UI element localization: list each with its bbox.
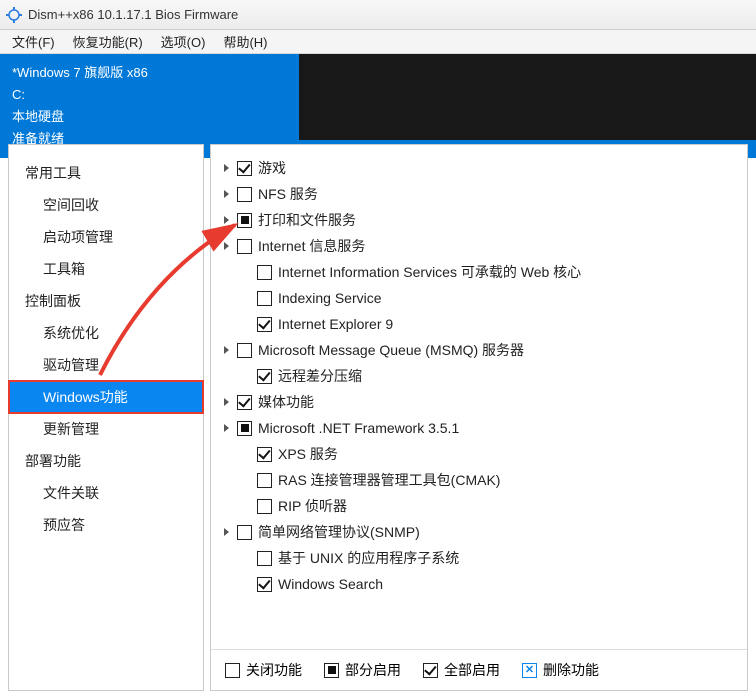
- feature-label: Indexing Service: [278, 290, 382, 306]
- titlebar: Dism++x86 10.1.17.1 Bios Firmware: [0, 0, 756, 30]
- feature-label: 简单网络管理协议(SNMP): [258, 522, 420, 542]
- sidebar-head-control: 控制面板: [9, 285, 203, 317]
- expand-arrow-icon[interactable]: [219, 420, 235, 436]
- feature-label: Windows Search: [278, 576, 383, 592]
- legend-on: 全部启用: [423, 660, 500, 680]
- expand-arrow-icon[interactable]: [219, 342, 235, 358]
- feature-label: XPS 服务: [278, 444, 338, 464]
- feature-checkbox[interactable]: [237, 187, 252, 202]
- feature-checkbox[interactable]: [257, 317, 272, 332]
- feature-row[interactable]: 打印和文件服务: [219, 207, 735, 233]
- feature-row[interactable]: Internet Explorer 9: [239, 311, 735, 337]
- feature-row[interactable]: Indexing Service: [239, 285, 735, 311]
- feature-label: RIP 侦听器: [278, 496, 347, 516]
- feature-label: Internet 信息服务: [258, 236, 365, 256]
- feature-checkbox[interactable]: [257, 551, 272, 566]
- feature-label: Internet Information Services 可承载的 Web 核…: [278, 262, 581, 282]
- sidebar-item-driver[interactable]: 驱动管理: [9, 349, 203, 381]
- feature-row[interactable]: Internet 信息服务: [219, 233, 735, 259]
- feature-label: 打印和文件服务: [258, 210, 356, 230]
- feature-tree[interactable]: 游戏 NFS 服务打印和文件服务 Internet 信息服务 Internet Inf…: [211, 145, 747, 649]
- feature-row[interactable]: Microsoft .NET Framework 3.5.1: [219, 415, 735, 441]
- expand-arrow-icon[interactable]: [219, 160, 235, 176]
- feature-checkbox[interactable]: [237, 525, 252, 540]
- feature-checkbox[interactable]: [237, 161, 252, 176]
- sidebar-item-fileassoc[interactable]: 文件关联: [9, 477, 203, 509]
- feature-checkbox[interactable]: [257, 447, 272, 462]
- window-title: Dism++x86 10.1.17.1 Bios Firmware: [28, 7, 238, 22]
- menubar: 文件(F) 恢复功能(R) 选项(O) 帮助(H): [0, 30, 756, 54]
- feature-label: NFS 服务: [258, 184, 318, 204]
- legend-remove: 删除功能: [522, 660, 599, 680]
- feature-label: Microsoft .NET Framework 3.5.1: [258, 420, 459, 436]
- menu-options[interactable]: 选项(O): [153, 30, 214, 53]
- feature-label: Microsoft Message Queue (MSMQ) 服务器: [258, 340, 524, 360]
- menu-file[interactable]: 文件(F): [4, 30, 63, 53]
- feature-checkbox[interactable]: [237, 343, 252, 358]
- feature-checkbox[interactable]: [257, 473, 272, 488]
- feature-checkbox[interactable]: [257, 369, 272, 384]
- feature-label: Internet Explorer 9: [278, 316, 393, 332]
- sidebar-item-toolbox[interactable]: 工具箱: [9, 253, 203, 285]
- menu-recovery[interactable]: 恢复功能(R): [65, 30, 151, 53]
- feature-row[interactable]: 游戏: [219, 155, 735, 181]
- feature-row[interactable]: 基于 UNIX 的应用程序子系统: [239, 545, 735, 571]
- feature-checkbox[interactable]: [237, 239, 252, 254]
- feature-row[interactable]: 媒体功能: [219, 389, 735, 415]
- expand-arrow-icon[interactable]: [219, 394, 235, 410]
- feature-row[interactable]: NFS 服务: [219, 181, 735, 207]
- feature-row[interactable]: Windows Search: [239, 571, 735, 597]
- expand-arrow-icon[interactable]: [219, 238, 235, 254]
- feature-checkbox[interactable]: [237, 395, 252, 410]
- expand-arrow-icon[interactable]: [219, 186, 235, 202]
- legend-partial: 部分启用: [324, 660, 401, 680]
- sidebar-item-startup[interactable]: 启动项管理: [9, 221, 203, 253]
- sidebar-head-common: 常用工具: [9, 157, 203, 189]
- app-icon: [6, 7, 22, 23]
- feature-label: 媒体功能: [258, 392, 314, 412]
- feature-label: RAS 连接管理器管理工具包(CMAK): [278, 470, 500, 490]
- feature-row[interactable]: Microsoft Message Queue (MSMQ) 服务器: [219, 337, 735, 363]
- legend: 关闭功能 部分启用 全部启用 删除功能: [211, 649, 747, 690]
- feature-row[interactable]: 远程差分压缩: [239, 363, 735, 389]
- feature-row[interactable]: 简单网络管理协议(SNMP): [219, 519, 735, 545]
- feature-label: 游戏: [258, 158, 286, 178]
- sidebar-item-update[interactable]: 更新管理: [9, 413, 203, 445]
- sidebar: 常用工具 空间回收 启动项管理 工具箱 控制面板 系统优化 驱动管理 Windo…: [8, 144, 204, 691]
- sidebar-head-deploy: 部署功能: [9, 445, 203, 477]
- info-panel-dark: [299, 54, 756, 140]
- feature-checkbox[interactable]: [257, 499, 272, 514]
- feature-checkbox[interactable]: [257, 265, 272, 280]
- feature-checkbox[interactable]: [257, 577, 272, 592]
- expand-arrow-icon[interactable]: [219, 524, 235, 540]
- feature-checkbox[interactable]: [237, 421, 252, 436]
- feature-row[interactable]: Internet Information Services 可承载的 Web 核…: [239, 259, 735, 285]
- menu-help[interactable]: 帮助(H): [215, 30, 275, 53]
- sidebar-item-windows-features[interactable]: Windows功能: [9, 381, 203, 413]
- feature-row[interactable]: RAS 连接管理器管理工具包(CMAK): [239, 467, 735, 493]
- sidebar-item-space[interactable]: 空间回收: [9, 189, 203, 221]
- sidebar-item-preanswer[interactable]: 预应答: [9, 509, 203, 541]
- content: 常用工具 空间回收 启动项管理 工具箱 控制面板 系统优化 驱动管理 Windo…: [0, 140, 756, 695]
- feature-label: 远程差分压缩: [278, 366, 362, 386]
- feature-row[interactable]: XPS 服务: [239, 441, 735, 467]
- expand-arrow-icon[interactable]: [219, 212, 235, 228]
- main-panel: 游戏 NFS 服务打印和文件服务 Internet 信息服务 Internet Inf…: [210, 144, 748, 691]
- feature-checkbox[interactable]: [237, 213, 252, 228]
- sidebar-item-optimize[interactable]: 系统优化: [9, 317, 203, 349]
- legend-off: 关闭功能: [225, 660, 302, 680]
- feature-checkbox[interactable]: [257, 291, 272, 306]
- feature-label: 基于 UNIX 的应用程序子系统: [278, 548, 459, 568]
- feature-row[interactable]: RIP 侦听器: [239, 493, 735, 519]
